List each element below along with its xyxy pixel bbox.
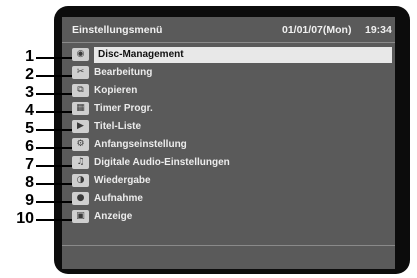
copy-icon: ⧉ [72,84,89,97]
callout-1: 1 [0,48,72,65]
callout-9: 9 [0,192,72,209]
initial-setup-icon: ⚙ [72,138,89,151]
menu-item-label: Kopieren [94,85,138,96]
menu-item-playback[interactable]: ◑ Wiedergabe [72,173,388,189]
callout-number: 10 [16,210,34,227]
menu-item-display[interactable]: ▣ Anzeige [72,209,388,225]
callout-number: 2 [25,66,34,83]
menu-item-label: Bearbeitung [94,67,153,78]
callout-number: 1 [25,48,34,65]
callout-number: 8 [25,174,34,191]
callout-line [36,111,72,113]
playback-icon: ◑ [72,174,89,187]
record-icon: ● [72,192,89,205]
menu-header: Einstellungsmenü 01/01/07(Mon) 19:34 [62,17,395,39]
edit-icon: ✂ [72,66,89,79]
menu-item-label: Digitale Audio-Einstellungen [94,157,230,168]
callout-8: 8 [0,174,72,191]
setup-menu-panel: Einstellungsmenü 01/01/07(Mon) 19:34 ◉ D… [62,17,395,269]
callout-6: 6 [0,138,72,155]
callout-line [36,129,72,131]
callout-line [36,219,72,221]
callout-line [36,201,72,203]
callout-number: 9 [25,192,34,209]
menu-item-disc-management[interactable]: ◉ Disc-Management [72,47,392,63]
menu-item-digital-audio[interactable]: ♫ Digitale Audio-Einstellungen [72,155,388,171]
menu-item-timer[interactable]: ▦ Timer Progr. [72,101,388,117]
menu-item-copy[interactable]: ⧉ Kopieren [72,83,388,99]
callout-line [36,147,72,149]
callout-line [36,183,72,185]
callout-line [36,75,72,77]
menu-item-initial-setup[interactable]: ⚙ Anfangseinstellung [72,137,388,153]
timer-icon: ▦ [72,102,89,115]
callout-number: 5 [25,120,34,137]
title-list-icon: ▶ [72,120,89,133]
menu-item-label: Anfangseinstellung [94,139,187,150]
menu-item-title-list[interactable]: ▶ Titel-Liste [72,119,388,135]
callout-line [36,93,72,95]
callout-2: 2 [0,66,72,83]
callout-number: 7 [25,156,34,173]
time-display: 19:34 [365,24,392,36]
callout-7: 7 [0,156,72,173]
callout-number: 6 [25,138,34,155]
callout-10: 10 [0,210,72,227]
menu-item-edit[interactable]: ✂ Bearbeitung [72,65,388,81]
menu-item-label: Disc-Management [94,47,392,63]
footer-divider [62,245,395,246]
menu-item-label: Anzeige [94,211,133,222]
callout-number: 4 [25,102,34,119]
disc-icon: ◉ [72,48,89,61]
menu-title: Einstellungsmenü [72,24,163,36]
menu-item-record[interactable]: ● Aufnahme [72,191,388,207]
callout-4: 4 [0,102,72,119]
digital-audio-icon: ♫ [72,156,89,169]
menu-item-label: Wiedergabe [94,175,151,186]
callout-line [36,165,72,167]
display-icon: ▣ [72,210,89,223]
menu-item-label: Timer Progr. [94,103,153,114]
menu-item-label: Aufnahme [94,193,143,204]
callout-3: 3 [0,84,72,101]
callout-line [36,57,72,59]
date-display: 01/01/07(Mon) [282,24,352,36]
menu-item-label: Titel-Liste [94,121,142,132]
callout-number: 3 [25,84,34,101]
header-divider [62,42,395,43]
callout-5: 5 [0,120,72,137]
